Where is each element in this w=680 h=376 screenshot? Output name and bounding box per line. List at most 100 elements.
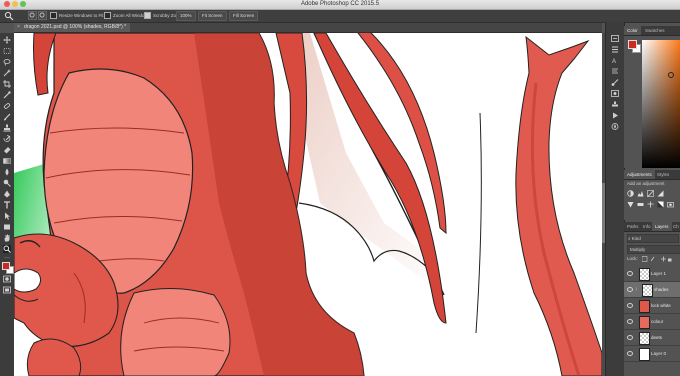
layer-row-shades[interactable]: ↓ shades — [624, 282, 680, 298]
marquee-tool-icon[interactable] — [3, 47, 11, 55]
magic-wand-tool-icon[interactable] — [3, 69, 11, 77]
paragraph-panel-icon[interactable] — [611, 68, 619, 75]
layer-row-layer-0[interactable]: Layer 0 — [624, 346, 680, 362]
brush-panel-icon[interactable] — [611, 79, 619, 86]
options-bar: Resize Windows to Fit Zoom All Windows S… — [0, 10, 680, 23]
brush-tool-icon[interactable] — [3, 113, 11, 121]
black-white-icon[interactable] — [657, 201, 664, 208]
photo-filter-icon[interactable] — [667, 201, 674, 208]
svg-text:A: A — [612, 59, 616, 64]
layer-row-colour[interactable]: colour — [624, 314, 680, 330]
hue-saturation-icon[interactable] — [637, 201, 644, 208]
layer-row-layer-1[interactable]: Layer 1 — [624, 266, 680, 282]
pen-tool-icon[interactable] — [3, 190, 11, 198]
exposure-icon[interactable] — [657, 190, 664, 197]
visibility-eye-icon[interactable] — [627, 303, 633, 308]
zoom-100-button[interactable]: 100% — [176, 11, 196, 21]
dodge-tool-icon[interactable] — [3, 179, 11, 187]
screen-mode-icon[interactable] — [3, 286, 11, 294]
healing-brush-tool-icon[interactable] — [3, 102, 11, 110]
tools-panel: ··· — [0, 33, 15, 376]
layer-name: colour — [651, 319, 664, 324]
layer-filter-value: Kind — [631, 236, 641, 241]
tab-layers[interactable]: Layers — [652, 222, 672, 231]
tab-channels[interactable]: Ch — [670, 222, 680, 231]
navigator-panel-icon[interactable] — [611, 123, 619, 130]
lock-pixels-icon[interactable] — [642, 256, 672, 262]
curves-icon[interactable] — [647, 190, 654, 197]
clone-source-panel-icon[interactable] — [611, 101, 619, 108]
document-tab[interactable]: × dragon 2021.psd @ 100% (shades, RGB/8*… — [14, 23, 131, 32]
clone-stamp-tool-icon[interactable] — [3, 124, 11, 132]
dragon-artwork — [14, 33, 602, 376]
layer-row-lock-white[interactable]: lock white — [624, 298, 680, 314]
rectangle-tool-icon[interactable] — [3, 223, 11, 231]
visibility-eye-icon[interactable] — [627, 351, 633, 356]
brush-presets-panel-icon[interactable] — [611, 90, 619, 97]
zoom-in-icon[interactable] — [28, 11, 37, 20]
blend-mode-value: Multiply — [630, 247, 646, 252]
visibility-eye-icon[interactable] — [627, 271, 633, 276]
clipping-arrow-icon: ↓ — [635, 286, 638, 292]
gradient-tool-icon[interactable] — [3, 157, 11, 165]
layer-thumbnail — [639, 348, 650, 361]
color-balance-icon[interactable] — [647, 201, 654, 208]
document-canvas[interactable] — [14, 33, 602, 376]
tab-swatches[interactable]: Swatches — [642, 26, 668, 35]
title-bar: Adobe Photoshop CC 2015.5 — [0, 0, 680, 10]
color-picker-cursor[interactable] — [668, 72, 674, 78]
fill-screen-button[interactable]: Fill Screen — [229, 11, 259, 21]
visibility-eye-icon[interactable] — [627, 287, 633, 292]
quick-mask-icon[interactable] — [3, 275, 11, 283]
levels-icon[interactable] — [637, 190, 644, 197]
close-tab-icon[interactable]: × — [17, 23, 20, 32]
lasso-tool-icon[interactable] — [3, 58, 11, 66]
zoom-tool-icon[interactable] — [4, 11, 14, 21]
properties-panel-icon[interactable] — [611, 46, 619, 53]
app-title: Adobe Photoshop CC 2015.5 — [300, 1, 380, 7]
zoom-out-icon[interactable] — [38, 11, 47, 20]
color-panel-tabs: Color Swatches — [624, 26, 680, 36]
foreground-color-swatch[interactable] — [2, 262, 10, 270]
layer-name: shades — [654, 287, 669, 292]
tab-color[interactable]: Color — [624, 26, 641, 35]
layer-thumbnail — [642, 284, 653, 297]
path-selection-tool-icon[interactable] — [3, 212, 11, 220]
layer-thumbnail — [639, 332, 650, 345]
layers-panel-tabs: Paths Info Layers Ch — [624, 222, 680, 232]
vibrance-icon[interactable] — [627, 201, 634, 208]
layer-row-deets[interactable]: deets — [624, 330, 680, 346]
layer-name: Layer 1 — [651, 271, 667, 276]
crop-tool-icon[interactable] — [3, 80, 11, 88]
history-panel-icon[interactable] — [611, 35, 619, 42]
layer-filter-select[interactable]: ⌕ Kind — [627, 234, 679, 243]
visibility-eye-icon[interactable] — [627, 319, 633, 324]
color-panel: Color Swatches — [624, 26, 680, 168]
tab-paths[interactable]: Paths — [624, 222, 642, 231]
color-fg-swatch[interactable] — [628, 40, 637, 49]
adjustments-panel-tabs: Adjustments Styles — [624, 170, 680, 180]
layer-name: deets — [651, 335, 663, 340]
adjustments-panel: Adjustments Styles Add an adjustment — [624, 170, 680, 220]
eyedropper-tool-icon[interactable] — [3, 91, 11, 99]
visibility-eye-icon[interactable] — [627, 335, 633, 340]
tab-adjustments[interactable]: Adjustments — [624, 170, 655, 179]
zoom-tool-icon[interactable] — [3, 245, 11, 253]
layers-panel: Paths Info Layers Ch ⌕ Kind Multiply Loc… — [624, 222, 680, 376]
character-panel-icon[interactable]: A — [611, 57, 619, 64]
tab-styles[interactable]: Styles — [654, 170, 672, 179]
color-picker-field[interactable] — [642, 40, 680, 168]
actions-panel-icon[interactable] — [611, 112, 619, 119]
history-brush-tool-icon[interactable] — [3, 135, 11, 143]
brightness-contrast-icon[interactable] — [627, 190, 634, 197]
more-tools-icon[interactable]: ··· — [4, 255, 10, 261]
fit-screen-button[interactable]: Fit Screen — [198, 11, 227, 21]
resize-windows-checkbox[interactable]: Resize Windows to Fit — [50, 11, 104, 20]
move-tool-icon[interactable] — [3, 36, 11, 44]
hand-tool-icon[interactable] — [3, 234, 11, 242]
filter-search-icon: ⌕ — [628, 236, 631, 241]
type-tool-icon[interactable] — [3, 201, 11, 209]
eraser-tool-icon[interactable] — [3, 146, 11, 154]
blur-tool-icon[interactable] — [3, 168, 11, 176]
blend-mode-select[interactable]: Multiply — [627, 245, 680, 254]
